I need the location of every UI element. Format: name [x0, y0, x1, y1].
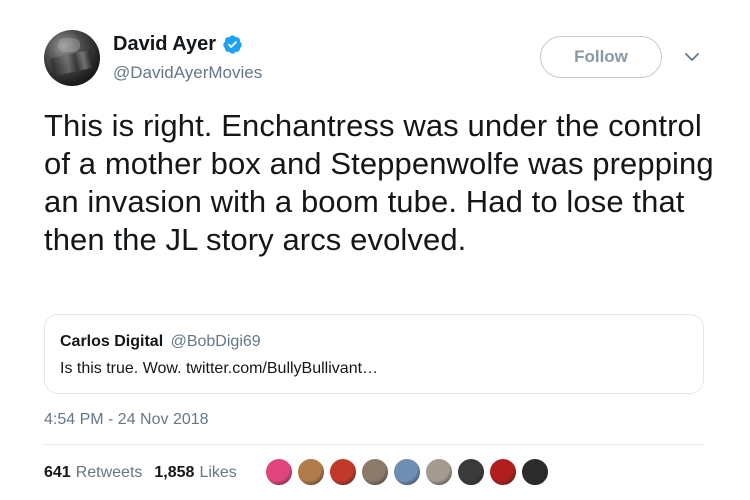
quoted-tweet-author-handle: @BobDigi69	[170, 333, 261, 350]
liker-avatar[interactable]	[489, 458, 517, 486]
author-name-row: David Ayer	[113, 33, 243, 56]
tweet-text: This is right. Enchantress was under the…	[44, 108, 714, 257]
liker-avatar[interactable]	[361, 458, 389, 486]
chevron-down-icon[interactable]	[683, 48, 701, 66]
likes-count: 1,858	[154, 464, 195, 481]
likes-stat[interactable]: 1,858 Likes	[154, 464, 236, 482]
likes-label: Likes	[199, 464, 237, 481]
quoted-tweet[interactable]: Carlos Digital @BobDigi69 Is this true. …	[44, 314, 704, 394]
verified-badge-icon	[223, 35, 242, 54]
quoted-tweet-header: Carlos Digital @BobDigi69	[60, 333, 261, 351]
quoted-tweet-text: Is this true. Wow. twitter.com/BullyBull…	[60, 360, 379, 377]
author-display-name[interactable]: David Ayer	[113, 33, 216, 56]
quoted-tweet-author-name: Carlos Digital	[60, 333, 164, 350]
liker-avatar[interactable]	[329, 458, 357, 486]
liker-avatar[interactable]	[393, 458, 421, 486]
engagement-stats: 641 Retweets 1,858 Likes	[44, 464, 237, 482]
liker-avatar[interactable]	[457, 458, 485, 486]
follow-button[interactable]: Follow	[540, 36, 662, 78]
tweet-timestamp[interactable]: 4:54 PM - 24 Nov 2018	[44, 411, 209, 429]
divider	[44, 444, 704, 445]
author-avatar[interactable]	[44, 30, 100, 86]
retweets-count: 641	[44, 464, 71, 481]
liker-avatar[interactable]	[425, 458, 453, 486]
retweets-label: Retweets	[75, 464, 143, 481]
liker-avatars	[265, 458, 553, 486]
author-handle[interactable]: @DavidAyerMovies	[113, 63, 262, 83]
liker-avatar[interactable]	[297, 458, 325, 486]
liker-avatar[interactable]	[521, 458, 549, 486]
liker-avatar[interactable]	[265, 458, 293, 486]
retweets-stat[interactable]: 641 Retweets	[44, 464, 142, 482]
